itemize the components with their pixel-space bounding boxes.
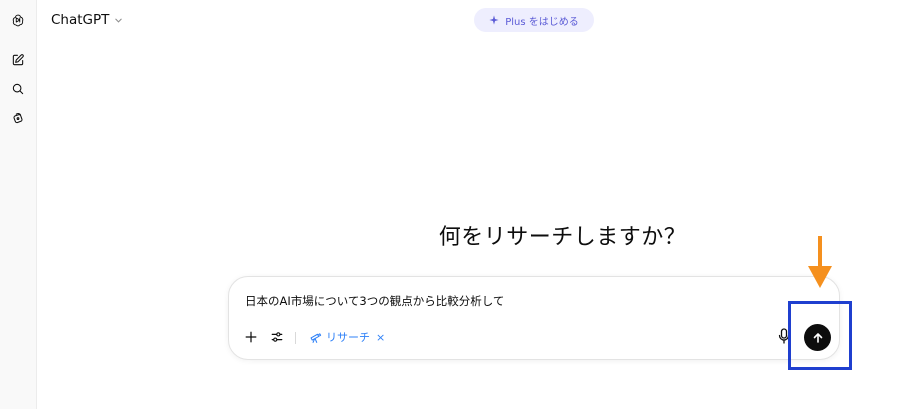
research-chip-remove[interactable]: × — [376, 331, 385, 344]
library-button[interactable] — [7, 107, 29, 129]
library-icon — [13, 112, 23, 124]
openai-logo-button[interactable] — [7, 9, 29, 31]
sparkle-icon — [489, 15, 499, 25]
prompt-input[interactable]: 日本のAI市場について3つの観点から比較分析して — [245, 293, 504, 309]
plus-upgrade-button[interactable]: Plus をはじめる — [474, 8, 594, 32]
chevron-down-icon — [115, 18, 123, 23]
research-chip[interactable]: リサーチ × — [309, 328, 385, 346]
annotation-highlight-box — [788, 301, 852, 370]
page-title: 何をリサーチしますか？ — [438, 225, 687, 250]
annotation-arrow-down-icon — [808, 236, 832, 288]
search-button[interactable] — [7, 78, 29, 100]
model-switcher[interactable]: ChatGPT — [51, 10, 123, 30]
openai-logo-icon — [12, 14, 24, 27]
page-title-wrap: 何をリサーチしますか？ — [0, 219, 900, 251]
sidebar-rail — [0, 0, 37, 409]
toolbar-divider — [295, 332, 296, 344]
search-icon — [12, 83, 24, 95]
new-chat-button[interactable] — [7, 49, 29, 71]
telescope-icon — [310, 332, 322, 343]
plus-upgrade-label: Plus をはじめる — [505, 16, 579, 28]
plus-icon — [245, 331, 257, 343]
model-name: ChatGPT — [51, 12, 110, 28]
composer: 日本のAI市場について3つの観点から比較分析して リサーチ × — [228, 276, 840, 360]
research-chip-label: リサーチ — [326, 331, 370, 344]
sliders-icon — [271, 332, 283, 342]
add-attachment-button[interactable] — [243, 327, 259, 347]
tools-button[interactable] — [269, 327, 285, 347]
app-window: ChatGPT Plus をはじめる 何をリサーチしますか？ 日本のAI市場につ… — [0, 0, 900, 409]
new-chat-icon — [12, 54, 24, 66]
